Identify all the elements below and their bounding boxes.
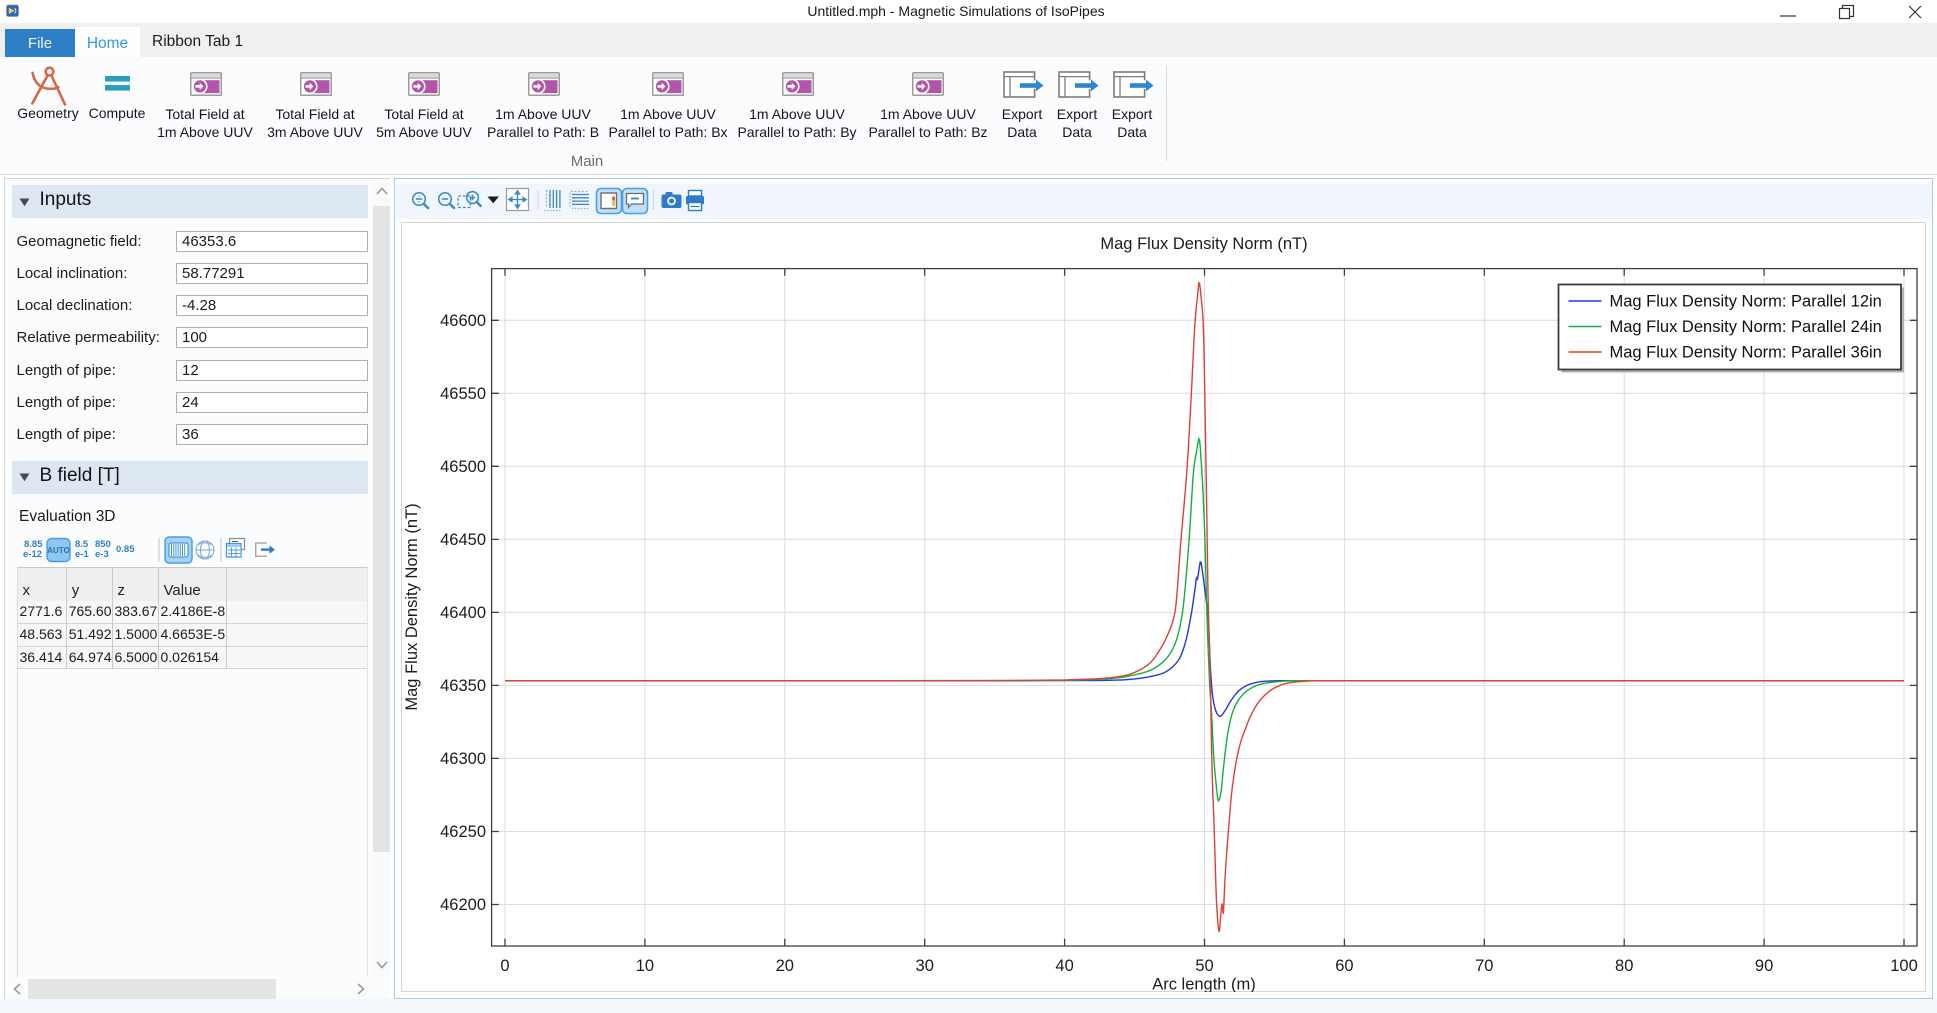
svg-text:0: 0 [500,957,509,975]
svg-text:AUTO: AUTO [47,546,70,555]
svg-text:90: 90 [1755,957,1773,975]
svg-text:70: 70 [1475,957,1493,975]
svg-text:10: 10 [636,957,654,975]
svg-text:80: 80 [1615,957,1633,975]
svg-text:46250: 46250 [440,823,486,841]
svg-text:e-3: e-3 [95,549,109,560]
svg-text:Mag Flux Density Norm: Paralle: Mag Flux Density Norm: Parallel 12in [1610,293,1882,311]
svg-text:46450: 46450 [440,531,486,549]
svg-text:46600: 46600 [440,312,486,330]
svg-text:Mag Flux Density Norm: Paralle: Mag Flux Density Norm: Parallel 24in [1610,318,1882,336]
svg-text:100: 100 [1890,957,1918,975]
svg-text:Mag Flux Density Norm: Paralle: Mag Flux Density Norm: Parallel 36in [1610,344,1882,362]
svg-text:46350: 46350 [440,677,486,695]
svg-text:46400: 46400 [440,604,486,622]
svg-text:0.85: 0.85 [116,544,135,555]
svg-text:20: 20 [776,957,794,975]
svg-text:50: 50 [1195,957,1213,975]
svg-text:e-12: e-12 [23,549,42,560]
svg-text:46500: 46500 [440,458,486,476]
svg-text:40: 40 [1055,957,1073,975]
svg-text:Mag Flux Density Norm (nT): Mag Flux Density Norm (nT) [403,503,421,710]
svg-text:e-1: e-1 [75,549,89,560]
svg-text:46200: 46200 [440,896,486,914]
svg-text:46300: 46300 [440,750,486,768]
svg-text:30: 30 [916,957,934,975]
svg-text:Mag Flux Density Norm (nT): Mag Flux Density Norm (nT) [1100,235,1307,253]
svg-text:Arc length (m): Arc length (m) [1152,976,1256,993]
svg-text:60: 60 [1335,957,1353,975]
svg-text:46550: 46550 [440,385,486,403]
